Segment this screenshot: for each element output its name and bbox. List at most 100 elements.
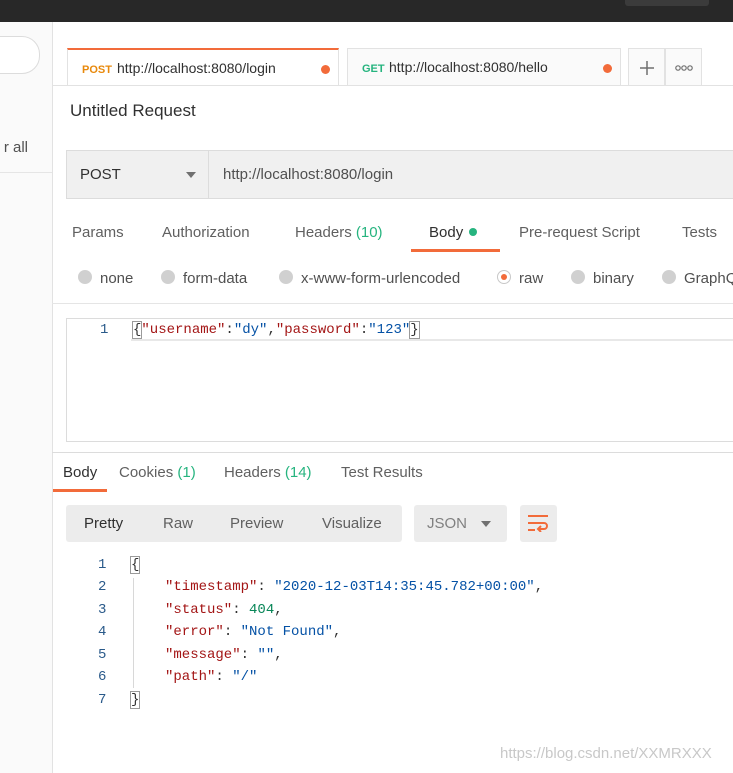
json-line: { (129, 556, 141, 574)
json-string: "123" (368, 322, 411, 338)
json-key: "message" (165, 647, 241, 663)
view-preview-button[interactable]: Preview (230, 515, 283, 532)
sidebar-search-input[interactable] (0, 36, 40, 74)
url-input[interactable]: http://localhost:8080/login (208, 150, 733, 199)
request-body-code: {"username":"dy","password":"123"} (131, 321, 420, 339)
json-number: 404 (249, 602, 275, 618)
response-tab-headers[interactable]: Headers (14) (224, 464, 312, 481)
tab-url-label: http://localhost:8080/login (117, 60, 276, 76)
new-tab-button[interactable] (628, 48, 665, 86)
tab-params[interactable]: Params (72, 224, 124, 241)
unsaved-dot-icon (321, 65, 330, 74)
app-title-bar (0, 0, 733, 22)
active-tab-indicator (53, 489, 107, 492)
response-body-viewer[interactable]: 1 2 3 4 5 6 7 { "timestamp": "2020-12-03… (0, 556, 733, 717)
line-number: 2 (98, 579, 107, 595)
format-select[interactable]: JSON (414, 505, 507, 542)
section-divider (52, 303, 733, 304)
tab-label: Cookies (119, 464, 174, 481)
wrap-lines-icon (528, 515, 548, 532)
json-brace: } (129, 691, 141, 709)
chevron-down-icon (186, 172, 196, 178)
line-number: 3 (98, 602, 107, 618)
headers-count: (10) (355, 224, 383, 241)
tab-pre-request-script[interactable]: Pre-request Script (519, 224, 640, 241)
line-number: 6 (98, 669, 107, 685)
method-select[interactable]: POST (66, 150, 209, 199)
clear-all-link[interactable]: r all (4, 139, 28, 156)
json-line: "message": "", (165, 647, 283, 663)
body-indicator-dot-icon (469, 228, 478, 237)
active-tab-indicator (411, 249, 500, 252)
tab-label: Headers (224, 464, 281, 481)
tab-body-label: Body (429, 224, 464, 241)
tab-body[interactable]: Body (429, 224, 478, 241)
radio-circle-icon (571, 270, 585, 285)
json-brace: { (129, 556, 141, 574)
request-tab-hello[interactable]: GET http://localhost:8080/hello (347, 48, 621, 86)
tab-url-label: http://localhost:8080/hello (389, 59, 548, 75)
json-key: "status" (165, 602, 233, 618)
radio-circle-icon (78, 270, 92, 285)
view-visualize-button[interactable]: Visualize (322, 515, 382, 532)
json-string: "Not Found" (240, 624, 334, 640)
tabs-divider (52, 85, 733, 86)
response-tab-body[interactable]: Body (63, 464, 97, 481)
radio-circle-icon (662, 270, 676, 285)
radio-label: form-data (183, 270, 248, 287)
chevron-down-icon (481, 521, 491, 527)
title-bar-button[interactable] (625, 0, 709, 6)
more-icon (674, 65, 693, 71)
line-number: 7 (98, 692, 107, 708)
view-raw-button[interactable]: Raw (163, 515, 193, 532)
radio-form-data[interactable]: form-data (161, 270, 247, 287)
response-tab-cookies[interactable]: Cookies (1) (119, 464, 196, 481)
radio-circle-icon (161, 270, 175, 285)
view-mode-group: Pretty Raw Preview Visualize (66, 505, 402, 542)
radio-raw[interactable]: raw (497, 270, 543, 287)
json-key: "path" (165, 669, 216, 685)
unsaved-dot-icon (603, 64, 612, 73)
radio-x-www-form-urlencoded[interactable]: x-www-form-urlencoded (279, 270, 460, 287)
tab-tests[interactable]: Tests (682, 224, 717, 241)
json-line: "error": "Not Found", (165, 624, 342, 640)
json-string: "" (257, 647, 275, 663)
json-line: } (129, 691, 141, 709)
headers-count: (14) (284, 464, 312, 481)
response-tab-test-results[interactable]: Test Results (341, 464, 423, 481)
radio-graphql[interactable]: GraphQ (662, 270, 733, 287)
wrap-lines-button[interactable] (520, 505, 557, 542)
json-key: "error" (165, 624, 224, 640)
tab-headers-label: Headers (295, 224, 352, 241)
json-colon: : (225, 322, 234, 338)
radio-selected-icon (497, 270, 511, 285)
radio-label: none (100, 270, 134, 287)
json-comma: , (267, 322, 276, 338)
pane-divider[interactable] (52, 452, 733, 453)
cookies-count: (1) (177, 464, 196, 481)
json-string: "dy" (233, 322, 268, 338)
view-pretty-button[interactable]: Pretty (84, 515, 123, 532)
request-title[interactable]: Untitled Request (70, 101, 196, 121)
more-tabs-button[interactable] (665, 48, 702, 86)
json-string: "/" (232, 669, 258, 685)
format-select-value: JSON (427, 515, 468, 532)
radio-label: GraphQ (684, 270, 733, 287)
json-line: "path": "/" (165, 669, 258, 685)
tab-authorization[interactable]: Authorization (162, 224, 250, 241)
json-line: "timestamp": "2020-12-03T14:35:45.782+00… (165, 579, 544, 595)
request-tab-login[interactable]: POST http://localhost:8080/login (67, 48, 339, 86)
radio-binary[interactable]: binary (571, 270, 634, 287)
json-string: "2020-12-03T14:35:45.782+00:00" (274, 579, 535, 595)
tab-headers[interactable]: Headers (10) (295, 224, 383, 241)
request-body-editor[interactable]: 1 {"username":"dy","password":"123"} (66, 318, 733, 442)
radio-none[interactable]: none (78, 270, 133, 287)
radio-circle-icon (279, 270, 293, 285)
method-select-value: POST (80, 166, 121, 183)
radio-label: binary (593, 270, 634, 287)
watermark-text: https://blog.csdn.net/XXMRXXX (500, 745, 712, 762)
tab-method-label: POST (82, 64, 112, 76)
json-line: "status": 404, (165, 602, 283, 618)
json-brace: } (409, 321, 420, 339)
indent-guide (133, 578, 134, 688)
